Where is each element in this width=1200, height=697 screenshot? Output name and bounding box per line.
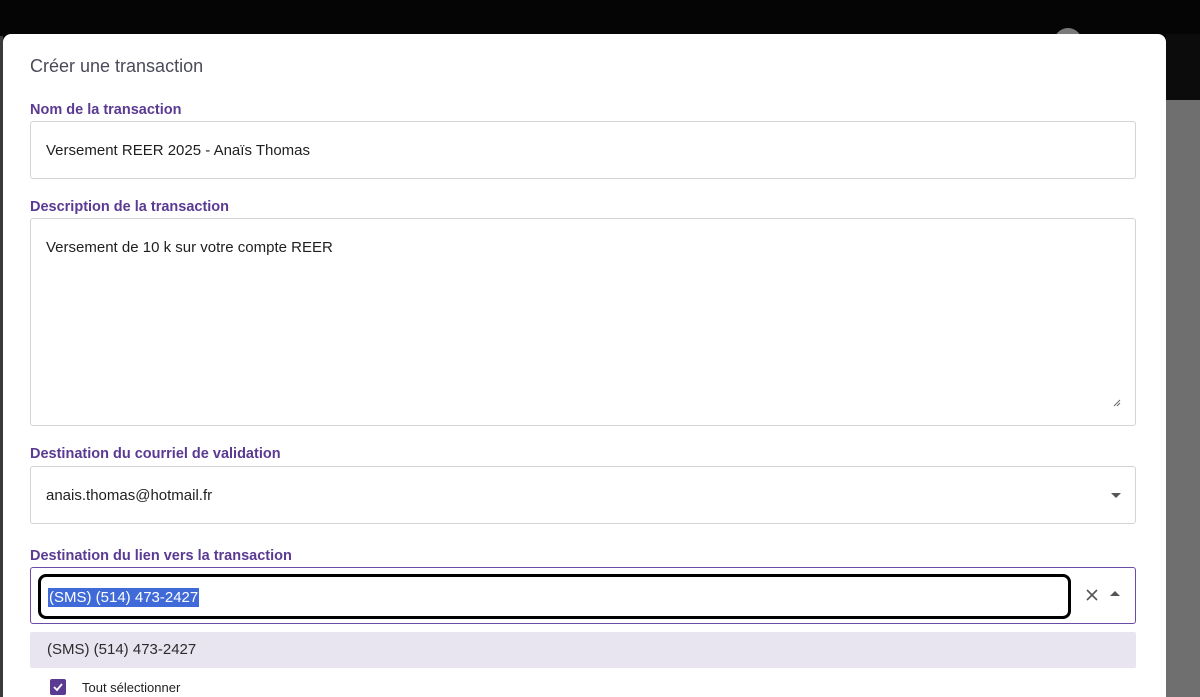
link-destination-label: Destination du lien vers la transaction <box>30 548 292 564</box>
background-header <box>0 0 1200 36</box>
dropdown-option[interactable]: (SMS) (514) 473-2427 <box>30 632 1136 668</box>
chevron-up-icon[interactable] <box>1110 591 1120 596</box>
select-all-row[interactable]: Tout sélectionner <box>50 677 180 697</box>
link-destination-combobox[interactable]: (SMS) (514) 473-2427 <box>30 567 1136 624</box>
focused-input[interactable]: (SMS) (514) 473-2427 <box>38 574 1071 619</box>
select-all-label: Tout sélectionner <box>82 679 181 695</box>
name-label: Nom de la transaction <box>30 102 182 118</box>
description-label: Description de la transaction <box>30 199 230 215</box>
dropdown-option-label: (SMS) (514) 473-2427 <box>47 641 197 658</box>
validation-email-value: anais.thomas@hotmail.fr <box>46 487 213 504</box>
validation-email-select[interactable]: anais.thomas@hotmail.fr <box>30 466 1136 524</box>
clear-icon[interactable] <box>1083 586 1101 604</box>
validation-email-label: Destination du courriel de validation <box>30 446 281 462</box>
select-all-checkbox[interactable] <box>50 679 66 695</box>
background-strip <box>1166 34 1200 100</box>
checkmark-icon <box>53 683 63 692</box>
create-transaction-dialog: Créer une transaction Nom de la transact… <box>3 34 1166 697</box>
resize-handle-icon[interactable] <box>1111 397 1121 407</box>
transaction-name-input[interactable]: Versement REER 2025 - Anaïs Thomas <box>30 121 1136 179</box>
background-overlay <box>1160 100 1200 697</box>
dialog-title: Créer une transaction <box>30 56 204 76</box>
transaction-description-textarea[interactable]: Versement de 10 k sur votre compte REER <box>30 218 1136 426</box>
link-destination-selected-value: (SMS) (514) 473-2427 <box>48 588 200 607</box>
chevron-down-icon[interactable] <box>1111 493 1121 498</box>
transaction-description-value: Versement de 10 k sur votre compte REER <box>46 239 333 256</box>
transaction-name-value: Versement REER 2025 - Anaïs Thomas <box>46 142 311 159</box>
